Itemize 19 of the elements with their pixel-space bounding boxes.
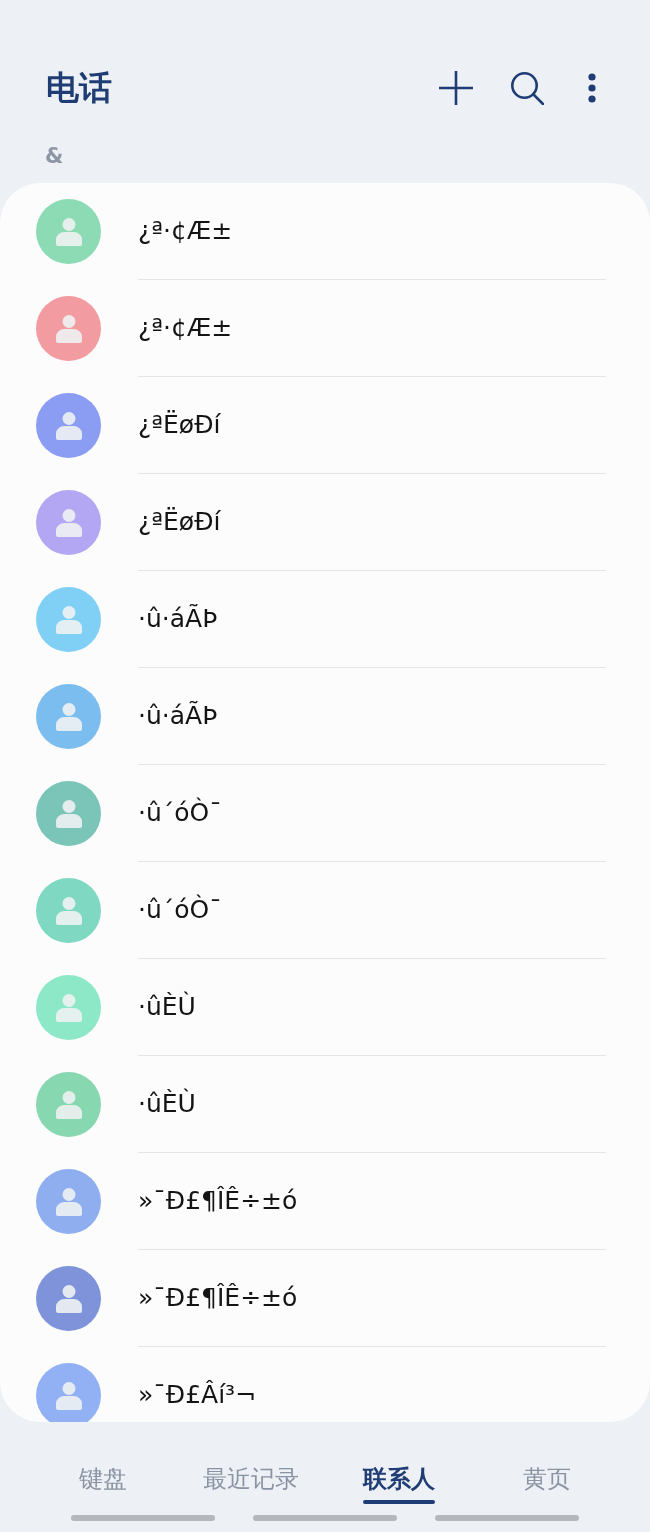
contact-name[interactable]: ·û·áÃÞ (138, 700, 218, 732)
app-title: 电话 (46, 67, 112, 109)
contact-name[interactable]: ¿ªËøÐí (138, 506, 221, 538)
section-letter: & (45, 144, 64, 168)
more-icon[interactable] (588, 73, 596, 103)
search-icon[interactable] (511, 71, 544, 105)
nav-tab[interactable]: 联系人 (363, 1464, 435, 1504)
contact-name[interactable]: ¿ªËøÐí (138, 409, 221, 441)
plus-icon[interactable] (439, 71, 473, 105)
contact-name[interactable]: »¯Ð£Âí³¬ (138, 1379, 257, 1411)
contact-name[interactable]: ¿ª·¢Æ± (138, 215, 233, 247)
contact-name[interactable]: ·û·áÃÞ (138, 603, 218, 635)
contact-name[interactable]: ¿ª·¢Æ± (138, 312, 233, 344)
contact-name[interactable]: ·ûÈÙ (138, 1088, 196, 1120)
contact-name[interactable]: »¯Ð£¶ÎÊ÷±ó (138, 1185, 298, 1217)
contact-name[interactable]: ·û´óÒ¯ (138, 894, 222, 926)
contact-name[interactable]: ·ûÈÙ (138, 991, 196, 1023)
contact-name[interactable]: ·û´óÒ¯ (138, 797, 222, 829)
contact-name[interactable]: »¯Ð£¶ÎÊ÷±ó (138, 1282, 298, 1314)
